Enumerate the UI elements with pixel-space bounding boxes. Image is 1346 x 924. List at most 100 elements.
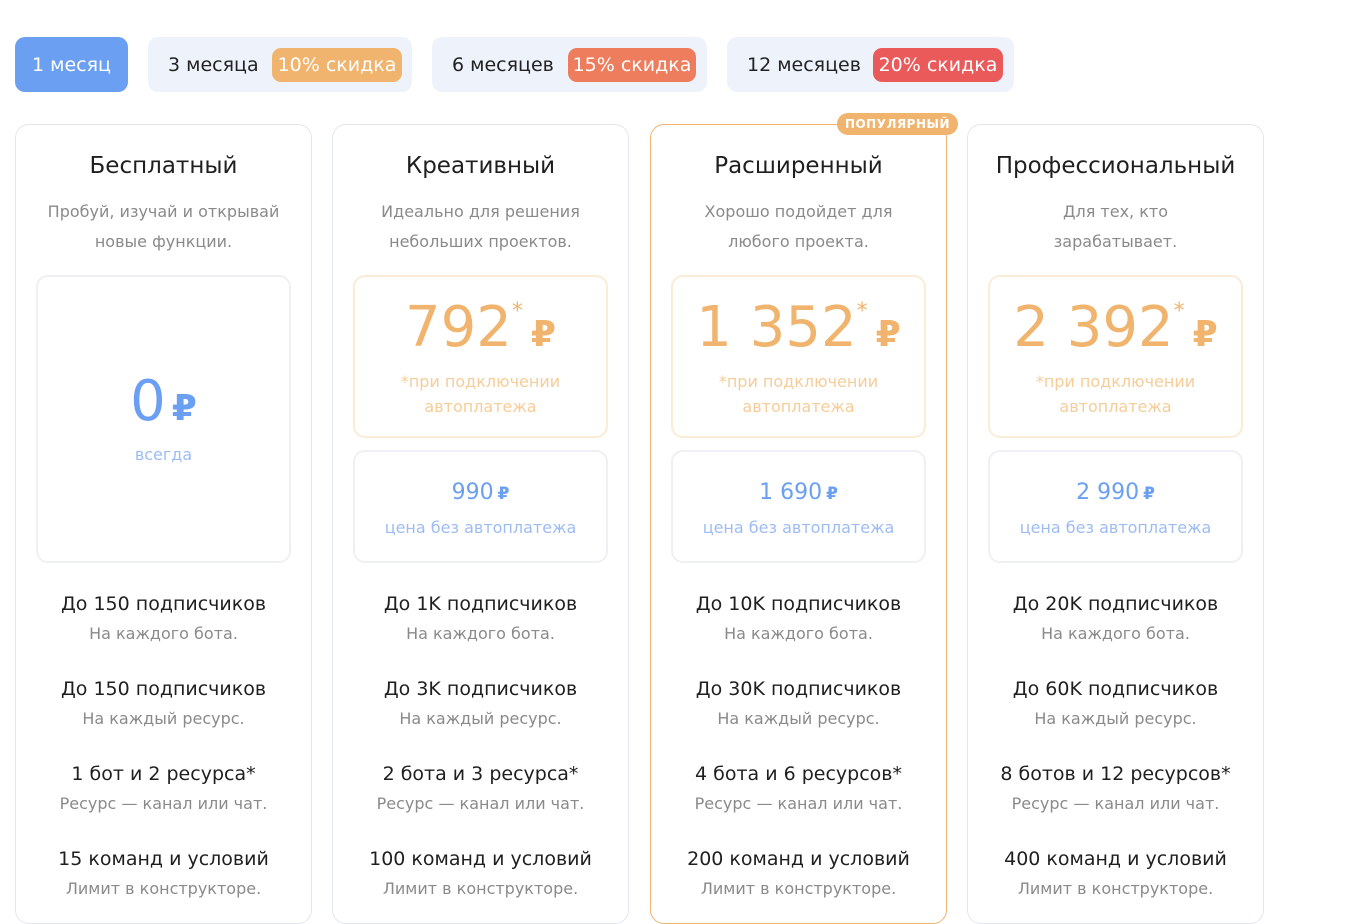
- price-value: 792* ₽: [355, 295, 606, 360]
- ruble-icon: ₽: [875, 314, 901, 355]
- period-3-months-button[interactable]: 3 месяца 10% скидка: [148, 37, 412, 92]
- feature-title: До 30K подписчиков: [695, 678, 902, 700]
- feature-title: До 10K подписчиков: [695, 593, 902, 615]
- plan-description-line: любого проекта.: [728, 232, 869, 251]
- ruble-icon: ₽: [1143, 484, 1155, 504]
- price-note: всегда: [134, 445, 193, 464]
- ruble-icon: ₽: [826, 484, 838, 504]
- price-value: 1 352* ₽: [673, 295, 924, 360]
- plan-title: Профессиональный: [995, 153, 1236, 179]
- price-box: 792* ₽ *при подключении автоплатежа: [353, 275, 608, 438]
- feature-title: 8 ботов и 12 ресурсов*: [1000, 763, 1231, 785]
- plan-description-line: Идеально для решения: [381, 202, 580, 221]
- feature-subtitle: Лимит в конструкторе.: [1017, 879, 1214, 898]
- feature-subtitle: Лимит в конструкторе.: [65, 879, 262, 898]
- feature-item: До 1K подписчиков На каждого бота.: [333, 591, 628, 647]
- alt-price-note: цена без автоплатежа: [384, 518, 577, 537]
- plan-title: Креативный: [405, 153, 556, 179]
- ruble-icon: ₽: [497, 484, 510, 504]
- feature-item: До 30K подписчиков На каждый ресурс.: [651, 676, 946, 732]
- period-6-months-button[interactable]: 6 месяцев 15% скидка: [432, 37, 707, 92]
- feature-subtitle: Ресурс — канал или чат.: [59, 794, 268, 813]
- feature-item: До 20K подписчиков На каждого бота.: [968, 591, 1263, 647]
- feature-title: До 1K подписчиков: [383, 593, 578, 615]
- plan-description-line: Для тех, кто: [1062, 202, 1168, 221]
- price-note-line: *при подключении: [400, 372, 561, 391]
- feature-title: 4 бота и 6 ресурсов*: [694, 763, 902, 785]
- price-amount: 1 352: [696, 295, 857, 360]
- price-box: 2 392* ₽ *при подключении автоплатежа: [988, 275, 1243, 438]
- price-amount: 2 392: [1013, 295, 1174, 360]
- alt-price-box: 990 ₽ цена без автоплатежа: [353, 450, 608, 563]
- price-amount: 0: [130, 369, 166, 434]
- feature-title: До 60K подписчиков: [1012, 678, 1219, 700]
- price-box: 0 ₽ всегда: [36, 275, 291, 563]
- alt-price-amount: 1 690: [759, 480, 823, 505]
- ruble-icon: ₽: [171, 388, 197, 429]
- price-note-line: *при подключении: [1035, 372, 1196, 391]
- feature-subtitle: Ресурс — канал или чат.: [1011, 794, 1220, 813]
- feature-subtitle: На каждого бота.: [406, 624, 555, 643]
- price-box: 1 352* ₽ *при подключении автоплатежа: [671, 275, 926, 438]
- plan-description-line: новые функции.: [94, 232, 233, 251]
- feature-title: 2 бота и 3 ресурса*: [382, 763, 579, 785]
- feature-subtitle: На каждый ресурс.: [399, 709, 562, 728]
- feature-subtitle: На каждый ресурс.: [82, 709, 245, 728]
- alt-price-value: 990 ₽: [355, 480, 606, 505]
- plan-description-line: Хорошо подойдет для: [704, 202, 893, 221]
- period-1-month-button[interactable]: 1 месяц: [15, 37, 128, 92]
- period-label: 1 месяц: [32, 53, 111, 76]
- feature-item: 15 команд и условий Лимит в конструкторе…: [16, 846, 311, 902]
- feature-title: До 3K подписчиков: [383, 678, 578, 700]
- feature-item: 100 команд и условий Лимит в конструктор…: [333, 846, 628, 902]
- feature-item: До 3K подписчиков На каждый ресурс.: [333, 676, 628, 732]
- asterisk: *: [1173, 299, 1185, 324]
- ruble-icon: ₽: [1192, 314, 1218, 355]
- feature-subtitle: Ресурс — канал или чат.: [694, 794, 903, 813]
- discount-badge: 10% скидка: [272, 48, 402, 82]
- plan-description: Хорошо подойдет для любого проекта.: [671, 197, 926, 257]
- feature-item: 4 бота и 6 ресурсов* Ресурс — канал или …: [651, 761, 946, 817]
- plan-description-line: Пробуй, изучай и открывай: [47, 202, 280, 221]
- plan-description: Пробуй, изучай и открывай новые функции.: [36, 197, 291, 257]
- price-note-line: *при подключении: [718, 372, 879, 391]
- alt-price-box: 2 990 ₽ цена без автоплатежа: [988, 450, 1243, 563]
- feature-title: До 20K подписчиков: [1012, 593, 1219, 615]
- price-value: 2 392* ₽: [990, 295, 1241, 360]
- plan-description-line: небольших проектов.: [389, 232, 572, 251]
- plan-description: Идеально для решения небольших проектов.: [353, 197, 608, 257]
- feature-subtitle: На каждого бота.: [724, 624, 873, 643]
- alt-price-note: цена без автоплатежа: [702, 518, 895, 537]
- feature-title: 200 команд и условий: [687, 848, 910, 870]
- alt-price-value: 1 690 ₽: [673, 480, 924, 505]
- feature-item: До 150 подписчиков На каждый ресурс.: [16, 676, 311, 732]
- feature-item: 1 бот и 2 ресурса* Ресурс — канал или ча…: [16, 761, 311, 817]
- discount-badge: 15% скидка: [568, 48, 696, 82]
- feature-item: До 60K подписчиков На каждый ресурс.: [968, 676, 1263, 732]
- period-label: 6 месяцев: [452, 53, 554, 76]
- feature-subtitle: Лимит в конструкторе.: [382, 879, 579, 898]
- ruble-icon: ₽: [530, 314, 556, 355]
- alt-price-value: 2 990 ₽: [990, 480, 1241, 505]
- asterisk: *: [856, 299, 868, 324]
- feature-item: 2 бота и 3 ресурса* Ресурс — канал или ч…: [333, 761, 628, 817]
- price-amount: 792: [405, 295, 512, 360]
- plan-card-free: Бесплатный Пробуй, изучай и открывай нов…: [15, 124, 312, 924]
- period-label: 3 месяца: [168, 53, 259, 76]
- period-12-months-button[interactable]: 12 месяцев 20% скидка: [727, 37, 1014, 92]
- feature-subtitle: Ресурс — канал или чат.: [376, 794, 585, 813]
- feature-subtitle: Лимит в конструкторе.: [700, 879, 897, 898]
- popular-badge: ПОПУЛЯРНЫЙ: [836, 113, 958, 135]
- alt-price-note: цена без автоплатежа: [1019, 518, 1212, 537]
- plan-title: Расширенный: [714, 153, 883, 179]
- plan-card-extended: ПОПУЛЯРНЫЙ Расширенный Хорошо подойдет д…: [650, 113, 958, 924]
- feature-title: 15 команд и условий: [58, 848, 269, 870]
- price-note: *при подключении автоплатежа: [683, 369, 914, 419]
- price-note: *при подключении автоплатежа: [365, 369, 596, 419]
- price-note-line: автоплатежа: [742, 397, 855, 416]
- feature-subtitle: На каждый ресурс.: [1034, 709, 1197, 728]
- asterisk: *: [511, 299, 523, 324]
- alt-price-amount: 990: [451, 480, 494, 505]
- feature-item: 400 команд и условий Лимит в конструктор…: [968, 846, 1263, 902]
- feature-subtitle: На каждого бота.: [1041, 624, 1190, 643]
